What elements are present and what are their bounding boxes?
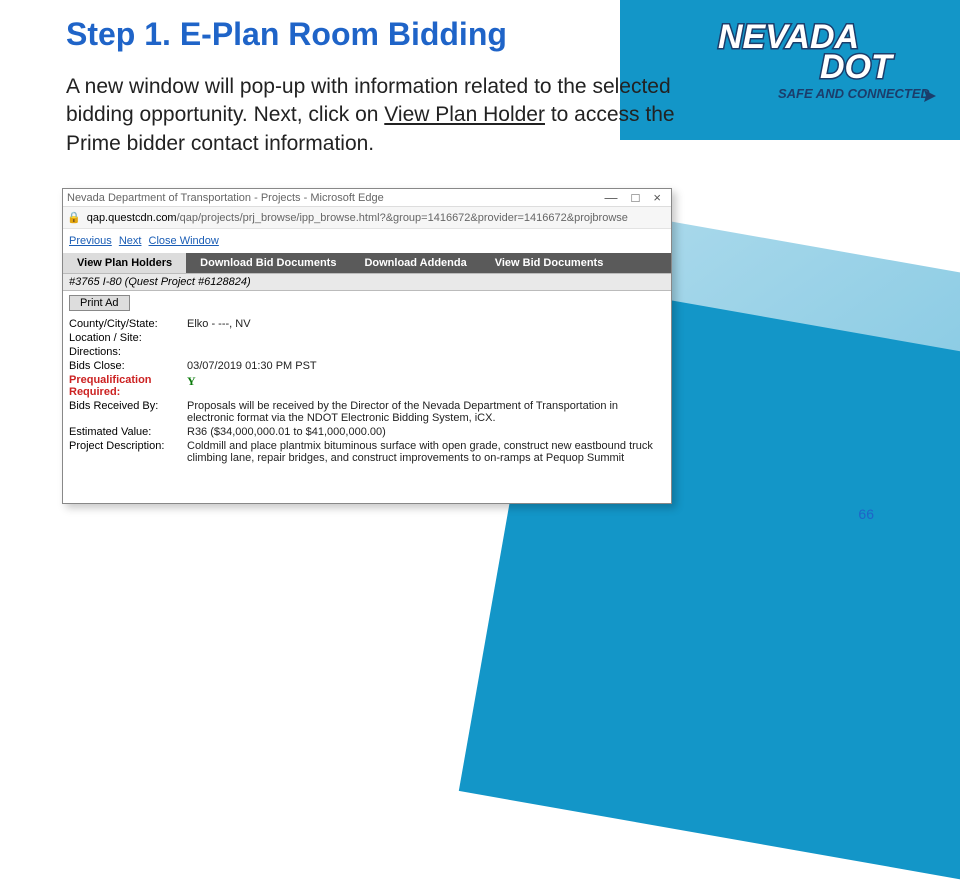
field-bids-received: Bids Received By: Proposals will be rece…: [69, 399, 665, 425]
slide-title: Step 1. E-Plan Room Bidding: [66, 16, 896, 53]
nav-close-window-link[interactable]: Close Window: [149, 235, 219, 247]
field-directions: Directions:: [69, 345, 665, 359]
project-title: #3765 I-80 (Quest Project #6128824): [63, 273, 671, 291]
browser-window: Nevada Department of Transportation - Pr…: [62, 188, 672, 504]
estvalue-value: R36 ($34,000,000.01 to $41,000,000.00): [187, 426, 665, 438]
directions-value: [187, 346, 665, 358]
county-value: Elko - ---, NV: [187, 318, 665, 330]
window-close-button[interactable]: ×: [653, 190, 661, 205]
field-county: County/City/State: Elko - ---, NV: [69, 317, 665, 331]
project-fields: County/City/State: Elko - ---, NV Locati…: [63, 315, 671, 467]
window-titlebar: Nevada Department of Transportation - Pr…: [63, 189, 671, 207]
received-label: Bids Received By:: [69, 400, 187, 424]
desc-value: Coldmill and place plantmix bituminous s…: [187, 440, 665, 464]
lock-icon: 🔒: [67, 211, 81, 224]
page-number: 66: [858, 506, 874, 522]
desc-label: Project Description:: [69, 440, 187, 464]
menu-bar: View Plan Holders Download Bid Documents…: [63, 253, 671, 273]
directions-label: Directions:: [69, 346, 187, 358]
bids-close-label: Bids Close:: [69, 360, 187, 372]
print-ad-button[interactable]: Print Ad: [69, 295, 130, 311]
menu-view-plan-holders[interactable]: View Plan Holders: [63, 253, 186, 273]
estvalue-label: Estimated Value:: [69, 426, 187, 438]
nav-previous-link[interactable]: Previous: [69, 235, 112, 247]
field-location: Location / Site:: [69, 331, 665, 345]
county-label: County/City/State:: [69, 318, 187, 330]
field-estimated-value: Estimated Value: R36 ($34,000,000.01 to …: [69, 425, 665, 439]
menu-view-bid-documents[interactable]: View Bid Documents: [481, 253, 618, 273]
nav-next-link[interactable]: Next: [119, 235, 142, 247]
prequal-value: Y: [187, 374, 665, 398]
menu-download-bid-documents[interactable]: Download Bid Documents: [186, 253, 350, 273]
url-path: /qap/projects/prj_browse/ipp_browse.html…: [177, 212, 628, 224]
page-nav-links: Previous Next Close Window: [63, 229, 671, 253]
window-title: Nevada Department of Transportation - Pr…: [67, 192, 605, 204]
body-link: View Plan Holder: [384, 103, 545, 126]
address-bar[interactable]: 🔒 qap.questcdn.com/qap/projects/prj_brow…: [63, 207, 671, 229]
location-value: [187, 332, 665, 344]
window-minimize-button[interactable]: —: [605, 190, 618, 205]
field-project-description: Project Description: Coldmill and place …: [69, 439, 665, 465]
received-value: Proposals will be received by the Direct…: [187, 400, 665, 424]
prequal-label: Prequalification Required:: [69, 374, 187, 398]
window-maximize-button[interactable]: □: [632, 190, 640, 205]
url-domain: qap.questcdn.com: [87, 212, 177, 224]
field-bids-close: Bids Close: 03/07/2019 01:30 PM PST: [69, 359, 665, 373]
slide-body: A new window will pop-up with informatio…: [66, 73, 686, 158]
field-prequalification: Prequalification Required: Y: [69, 373, 665, 399]
menu-download-addenda[interactable]: Download Addenda: [350, 253, 480, 273]
bids-close-value: 03/07/2019 01:30 PM PST: [187, 360, 665, 372]
location-label: Location / Site:: [69, 332, 187, 344]
